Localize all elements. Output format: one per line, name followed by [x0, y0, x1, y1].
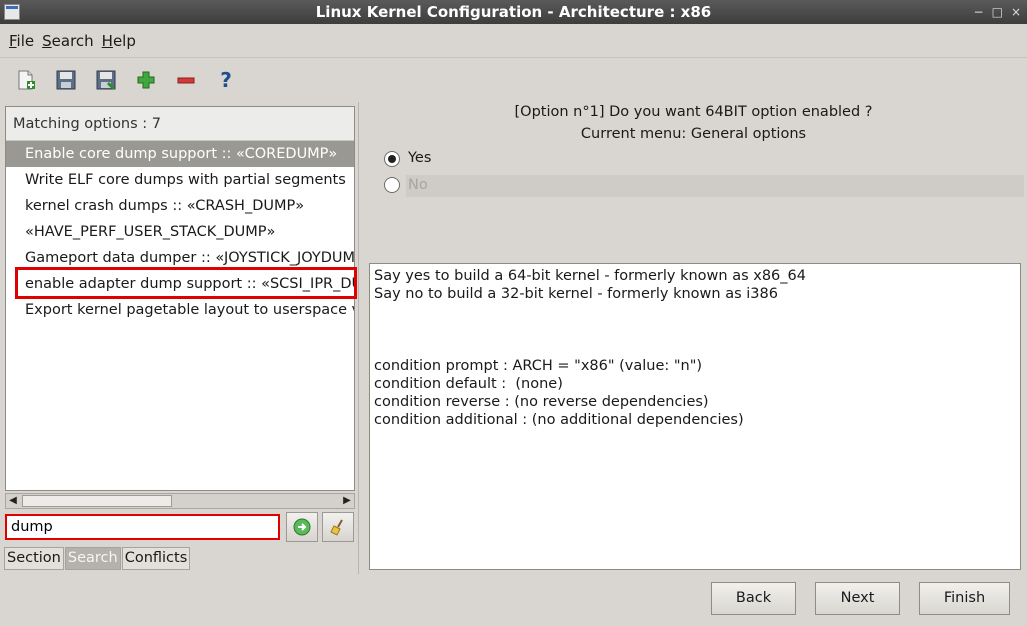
help-line: Say yes to build a 64-bit kernel - forme… — [374, 268, 806, 284]
radio-no-label[interactable]: No — [408, 177, 428, 193]
radio-yes[interactable] — [384, 151, 400, 167]
option-question: [Option n°1] Do you want 64BIT option en… — [514, 104, 873, 120]
panel-splitter[interactable] — [358, 102, 359, 574]
list-item[interactable]: enable adapter dump support :: «SCSI_IPR… — [6, 271, 354, 297]
list-item[interactable]: Enable core dump support :: «COREDUMP» — [6, 141, 354, 167]
help-line — [374, 321, 1016, 339]
scroll-right-icon[interactable]: ▶ — [340, 494, 354, 508]
radio-no[interactable] — [384, 177, 400, 193]
help-line: Say no to build a 32-bit kernel - former… — [374, 286, 778, 302]
tab-search[interactable]: Search — [64, 547, 121, 570]
scrollbar-thumb[interactable] — [22, 495, 172, 507]
help-text-panel: Say yes to build a 64-bit kernel - forme… — [369, 263, 1021, 570]
save-as-icon[interactable] — [92, 66, 120, 94]
horizontal-scrollbar[interactable]: ◀ ▶ — [5, 493, 355, 509]
menu-file[interactable]: File — [8, 32, 35, 50]
radio-yes-label[interactable]: Yes — [408, 150, 431, 166]
help-line: condition additional : (no additional de… — [374, 412, 744, 428]
window-titlebar: Linux Kernel Configuration - Architectur… — [0, 0, 1027, 24]
list-item[interactable]: «HAVE_PERF_USER_STACK_DUMP» — [6, 219, 354, 245]
app-icon — [4, 4, 20, 20]
help-line: condition prompt : ARCH = "x86" (value: … — [374, 358, 703, 374]
help-icon[interactable]: ? — [212, 66, 240, 94]
help-line — [374, 339, 1016, 357]
broom-icon — [330, 519, 343, 536]
maximize-icon[interactable]: □ — [992, 5, 1003, 19]
menu-search[interactable]: Search — [41, 32, 95, 50]
radio-no-row — [406, 175, 1024, 197]
help-line: condition reverse : (no reverse dependen… — [374, 394, 709, 410]
list-item[interactable]: Export kernel pagetable layout to usersp… — [6, 297, 354, 323]
window-title: Linux Kernel Configuration - Architectur… — [315, 3, 712, 21]
new-file-icon[interactable] — [12, 66, 40, 94]
finish-button[interactable]: Finish — [919, 582, 1010, 615]
help-line: condition default : (none) — [374, 376, 563, 392]
matching-options-header: Matching options : 7 — [6, 107, 354, 141]
tab-conflicts[interactable]: Conflicts — [121, 547, 191, 570]
toolbar: ? — [0, 58, 1027, 102]
add-icon[interactable] — [132, 66, 160, 94]
list-item[interactable]: kernel crash dumps :: «CRASH_DUMP» — [6, 193, 354, 219]
list-item[interactable]: Write ELF core dumps with partial segmen… — [6, 167, 354, 193]
list-item[interactable]: Gameport data dumper :: «JOYSTICK_JOYDUM… — [6, 245, 354, 271]
search-input[interactable] — [5, 514, 280, 540]
scroll-left-icon[interactable]: ◀ — [6, 494, 20, 508]
menu-help[interactable]: Help — [101, 32, 137, 50]
save-icon[interactable] — [52, 66, 80, 94]
menu-bar: File Search Help — [0, 24, 1027, 58]
current-menu-label: Current menu: General options — [580, 126, 807, 142]
search-clear-button[interactable] — [322, 512, 354, 542]
search-results-panel: Matching options : 7 Enable core dump su… — [5, 106, 355, 491]
remove-icon[interactable] — [172, 66, 200, 94]
back-button[interactable]: Back — [711, 582, 796, 615]
close-icon[interactable]: × — [1011, 5, 1021, 19]
go-arrow-icon — [293, 518, 311, 536]
tab-bar: Section Search Conflicts — [4, 547, 191, 570]
next-button[interactable]: Next — [815, 582, 900, 615]
search-go-button[interactable] — [286, 512, 318, 542]
minimize-icon[interactable]: − — [974, 5, 984, 19]
tab-section[interactable]: Section — [4, 547, 64, 570]
help-line — [374, 303, 1016, 321]
